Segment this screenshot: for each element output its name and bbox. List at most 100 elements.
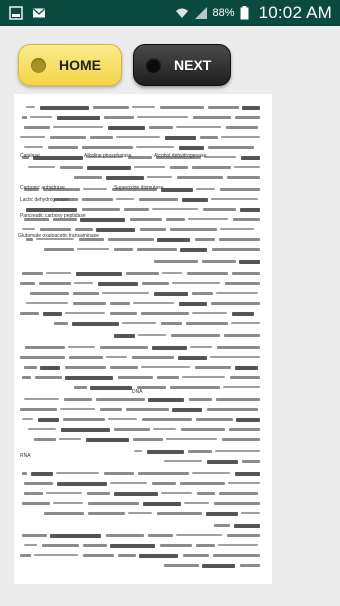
text-line-segment <box>233 218 260 221</box>
text-line-segment <box>114 334 135 338</box>
text-line-segment <box>39 282 71 285</box>
text-line-segment <box>242 460 260 463</box>
text-line-segment <box>22 116 27 119</box>
text-line-segment <box>106 534 144 537</box>
text-line-segment <box>24 146 43 148</box>
text-line-segment <box>221 136 260 138</box>
home-button[interactable]: HOME <box>18 44 122 86</box>
latin-term: RNA <box>20 453 31 459</box>
text-line-segment <box>87 166 131 170</box>
text-line-segment <box>20 136 45 138</box>
text-line-segment <box>82 146 133 149</box>
text-line-segment <box>42 544 79 547</box>
text-line-segment <box>172 282 220 284</box>
text-line-segment <box>177 176 223 179</box>
text-line-segment <box>60 408 95 410</box>
wifi-icon <box>175 6 189 20</box>
text-line-segment <box>225 282 260 285</box>
text-line-segment <box>40 228 71 231</box>
latin-term: Pancreatic carboxy peptidase <box>20 213 86 219</box>
text-line-segment <box>74 282 93 284</box>
text-line-segment <box>108 418 137 420</box>
text-line-segment <box>73 292 99 295</box>
text-line-segment <box>190 346 212 348</box>
text-line-segment <box>114 248 133 251</box>
latin-term: Carbonic anhydrase <box>20 185 65 191</box>
text-line-segment <box>202 564 235 568</box>
text-line-segment <box>63 418 105 421</box>
text-line-segment <box>239 260 260 264</box>
text-line-segment <box>24 544 37 546</box>
text-line-segment <box>44 248 74 251</box>
text-line-segment <box>82 198 113 201</box>
text-line-segment <box>214 502 260 505</box>
text-line-segment <box>20 312 39 315</box>
text-line-segment <box>104 116 134 119</box>
text-line-segment <box>137 248 177 251</box>
text-line-segment <box>24 126 50 129</box>
text-line-segment <box>31 472 53 476</box>
text-line-segment <box>148 398 184 402</box>
text-line-segment <box>196 544 215 547</box>
text-line-segment <box>75 228 93 231</box>
text-line-segment <box>74 176 102 179</box>
text-line-segment <box>64 398 92 401</box>
text-line-segment <box>217 346 260 349</box>
text-line-segment <box>50 534 101 538</box>
text-line-segment <box>218 544 258 546</box>
text-line-segment <box>86 438 129 442</box>
text-line-segment <box>166 218 185 221</box>
text-line-segment <box>154 292 188 296</box>
text-line-segment <box>234 524 260 528</box>
text-line-segment <box>195 366 231 369</box>
text-line-segment <box>152 346 187 350</box>
text-line-segment <box>224 334 260 337</box>
text-line-segment <box>114 428 150 431</box>
text-line-segment <box>102 292 149 294</box>
text-line-segment <box>164 564 199 567</box>
text-line-segment <box>161 322 182 325</box>
text-line-segment <box>138 334 166 336</box>
text-line-segment <box>90 136 113 139</box>
text-line-segment <box>176 534 222 536</box>
text-line-segment <box>204 156 236 158</box>
text-line-segment <box>210 356 260 358</box>
text-line-segment <box>130 218 162 221</box>
document-page-image: Catalase Alkaline phosphatase Alcohol dehy… <box>14 94 272 584</box>
home-indicator-dot <box>31 57 46 73</box>
text-line-segment <box>59 438 81 440</box>
text-line-segment <box>186 322 228 325</box>
text-line-segment <box>22 502 50 505</box>
text-line-segment <box>30 116 52 118</box>
text-line-segment <box>166 438 217 440</box>
gallery-icon <box>9 6 23 20</box>
text-line-segment <box>188 450 212 453</box>
text-line-segment <box>126 408 169 411</box>
text-line-segment <box>211 302 260 305</box>
latin-term: Alcohol dehydrogenase <box>154 153 207 159</box>
text-line-segment <box>170 166 188 169</box>
next-button[interactable]: NEXT <box>133 44 231 86</box>
text-line-segment <box>138 472 189 475</box>
text-line-segment <box>116 198 134 200</box>
text-line-segment <box>132 356 174 359</box>
text-line-segment <box>136 146 174 148</box>
text-line-segment <box>178 356 207 360</box>
text-line-segment <box>50 136 86 139</box>
battery-icon <box>240 6 254 20</box>
status-bar: 88% 10:02 AM <box>0 0 340 26</box>
text-line-segment <box>232 272 260 275</box>
text-line-segment <box>56 472 99 474</box>
text-line-segment <box>229 428 260 431</box>
text-line-segment <box>134 450 142 452</box>
text-line-segment <box>137 116 188 118</box>
text-line-segment <box>53 126 103 128</box>
text-line-segment <box>82 208 120 211</box>
text-line-segment <box>154 260 198 263</box>
text-line-segment <box>187 272 228 275</box>
text-line-segment <box>236 418 260 422</box>
text-line-segment <box>192 166 231 169</box>
latin-term: Superoxide dismutase <box>114 185 164 191</box>
text-line-segment <box>219 492 258 495</box>
text-line-segment <box>211 198 258 200</box>
